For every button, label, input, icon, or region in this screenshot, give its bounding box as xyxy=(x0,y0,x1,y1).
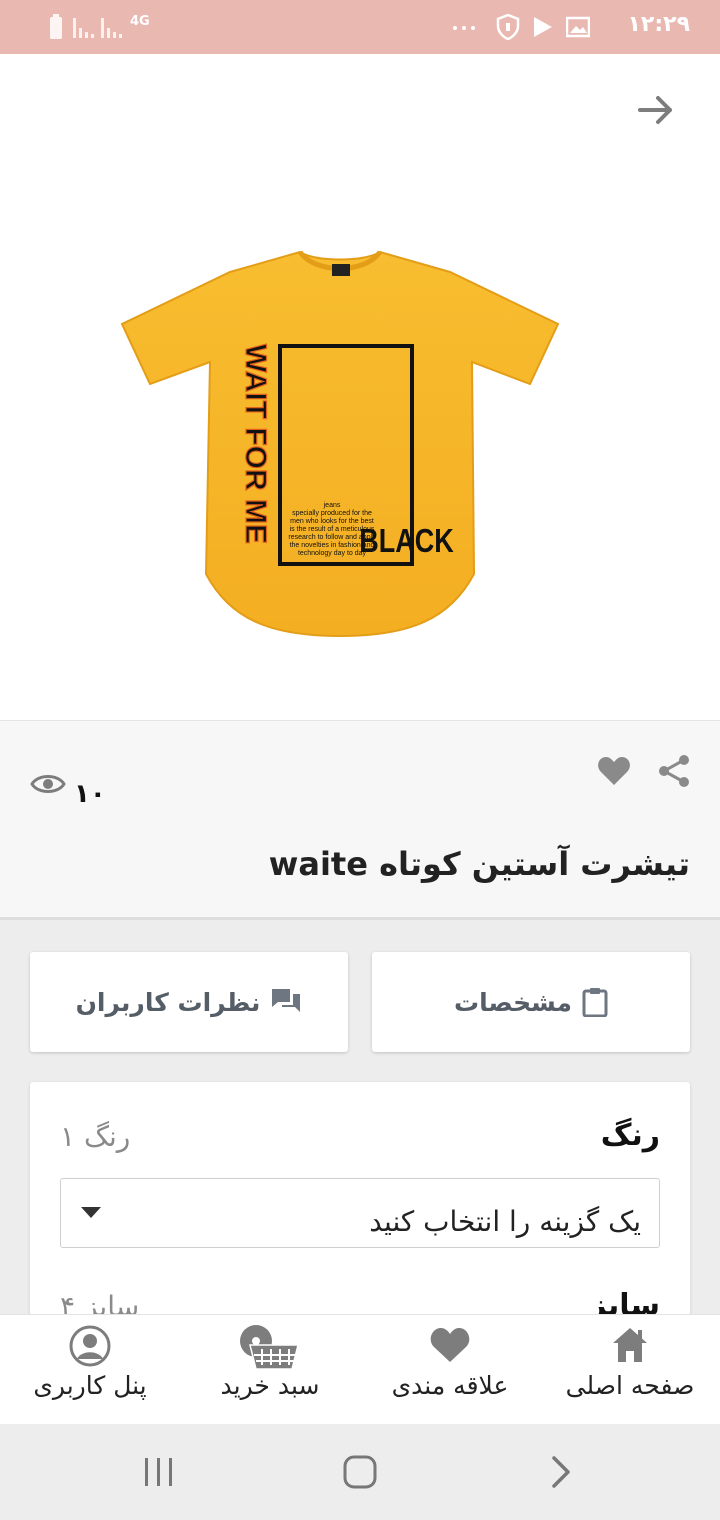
nav-profile-label: پنل کاربری xyxy=(33,1371,147,1400)
color-count: ۱ رنگ xyxy=(60,1120,131,1153)
product-options-card: رنگ ۱ رنگ یک گزینه را انتخاب کنید سایز ۴… xyxy=(30,1082,690,1322)
shirt-print-line: specially produced for the xyxy=(292,510,372,517)
clipboard-icon xyxy=(582,988,608,1017)
tab-specifications[interactable]: مشخصات xyxy=(372,952,690,1052)
product-title: تیشرت آستین کوتاه waite xyxy=(268,845,690,883)
nav-cart[interactable]: سبد خرید xyxy=(180,1315,360,1425)
shirt-print-line: research to follow and apply xyxy=(288,534,376,541)
shopping-basket-icon xyxy=(240,1325,299,1369)
play-store-icon xyxy=(534,17,552,37)
recent-apps-icon[interactable] xyxy=(142,1456,176,1488)
more-icon xyxy=(453,26,475,30)
product-shirt-image: WAIT FOR ME BLACK jeans specially produc… xyxy=(120,250,560,638)
nav-favorites-label: علاقه مندی xyxy=(391,1371,509,1400)
tab-specifications-label: مشخصات xyxy=(453,987,573,1017)
color-label: رنگ xyxy=(600,1118,660,1153)
shirt-print-line: jeans xyxy=(323,502,341,509)
shield-icon xyxy=(496,14,520,40)
nav-home-label: صفحه اصلی xyxy=(565,1371,695,1400)
nav-favorites[interactable]: علاقه مندی xyxy=(360,1315,540,1425)
eye-icon xyxy=(30,775,66,793)
color-select[interactable]: یک گزینه را انتخاب کنید xyxy=(60,1178,660,1248)
status-time: ۱۲:۲۹ xyxy=(627,12,690,37)
network-type: 4G xyxy=(130,14,150,29)
chevron-down-icon xyxy=(81,1207,101,1218)
home-icon xyxy=(613,1328,647,1362)
shirt-side-text: WAIT FOR ME xyxy=(239,344,272,544)
system-navigation-bar xyxy=(0,1424,720,1520)
product-info-panel: ۱۰ تیشرت آستین کوتاه waite xyxy=(0,720,720,920)
shirt-print-line: technology day to day xyxy=(298,550,367,557)
tab-reviews-label: نظرات کاربران xyxy=(75,987,261,1017)
battery-icon xyxy=(50,14,62,39)
signal-icon xyxy=(73,18,94,38)
nav-home[interactable]: صفحه اصلی xyxy=(540,1315,720,1425)
back-arrow-icon[interactable] xyxy=(636,90,676,130)
shirt-print-line: men who looks for the best xyxy=(290,518,374,525)
favorite-heart-icon[interactable] xyxy=(596,753,632,789)
view-counter: ۱۰ xyxy=(30,759,106,809)
comments-icon xyxy=(272,989,301,1012)
bottom-navigation: صفحه اصلی علاقه مندی سبد خرید پنل کاربری xyxy=(0,1314,720,1424)
product-image-area[interactable]: WAIT FOR ME BLACK jeans specially produc… xyxy=(0,54,720,720)
user-profile-icon xyxy=(69,1325,111,1367)
gallery-icon xyxy=(566,16,590,38)
nav-profile[interactable]: پنل کاربری xyxy=(0,1315,180,1425)
back-chevron-icon[interactable] xyxy=(548,1454,574,1490)
signal-icon-2 xyxy=(101,18,122,38)
shirt-print-line: is the result of a meticulous xyxy=(290,526,375,533)
heart-icon xyxy=(430,1328,470,1362)
nav-cart-label: سبد خرید xyxy=(220,1371,320,1400)
shirt-print-line: the novelties in fashion and xyxy=(290,542,375,549)
color-select-value: یک گزینه را انتخاب کنید xyxy=(369,1205,641,1238)
tab-reviews[interactable]: نظرات کاربران xyxy=(30,952,348,1052)
view-count: ۱۰ xyxy=(74,779,106,809)
share-icon[interactable] xyxy=(656,753,692,789)
home-button-icon[interactable] xyxy=(342,1454,378,1490)
status-bar: 4G ۱۲:۲۹ xyxy=(0,0,720,54)
